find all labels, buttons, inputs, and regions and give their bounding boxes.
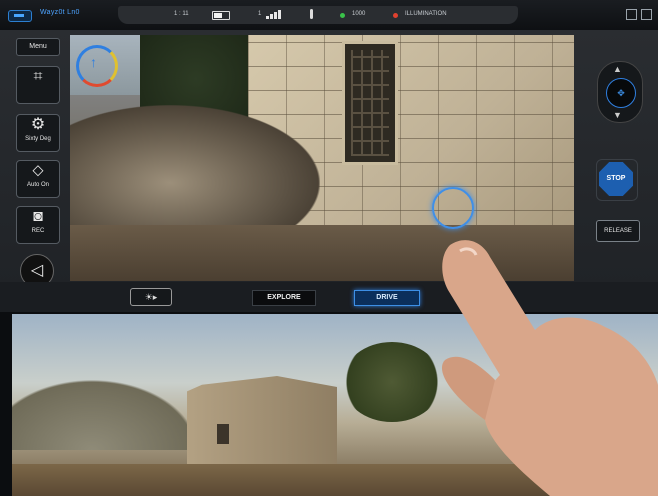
joystick-icon[interactable]: ✥ bbox=[606, 78, 636, 108]
release-button[interactable]: RELEASE bbox=[596, 220, 640, 242]
signal-label: 1 bbox=[258, 11, 262, 17]
mode-bar bbox=[0, 282, 658, 312]
status-ok-icon bbox=[340, 13, 345, 18]
drive-target-ring[interactable] bbox=[432, 187, 474, 229]
stat-1: 1000 bbox=[352, 11, 366, 17]
photo-hillside bbox=[12, 370, 212, 450]
chevron-down-icon[interactable]: ▼ bbox=[613, 110, 622, 120]
signal-strength-icon bbox=[266, 9, 288, 19]
record-label: REC bbox=[31, 228, 45, 234]
app-logo-icon bbox=[8, 10, 32, 22]
feed-rubble bbox=[70, 105, 320, 235]
window-controls bbox=[626, 9, 652, 20]
record-button[interactable]: ◙ REC bbox=[16, 206, 60, 244]
light-icon: ☀▸ bbox=[144, 292, 158, 302]
close-icon[interactable] bbox=[641, 9, 652, 20]
compass-icon[interactable] bbox=[76, 45, 118, 87]
drive-mode-button[interactable]: DRIVE bbox=[354, 290, 420, 306]
menu-button[interactable]: Menu bbox=[16, 38, 60, 56]
explore-mode-button[interactable]: EXPLORE bbox=[252, 290, 316, 306]
photo-field bbox=[12, 464, 658, 496]
auto-on-button[interactable]: ⬦ Auto On bbox=[16, 160, 60, 198]
chevron-up-icon[interactable]: ▲ bbox=[613, 64, 622, 74]
arm-icon: ⚙ bbox=[30, 116, 46, 133]
status-bar: Wayz0t Ln0 1 : 11 1 1000 ILLUMINATION bbox=[0, 0, 658, 30]
photo-tree bbox=[342, 342, 442, 422]
camera-view-button[interactable]: ⌗ bbox=[16, 66, 60, 104]
center-code: 1 : 11 bbox=[174, 11, 189, 17]
status-center: 1 : 11 1 1000 ILLUMINATION bbox=[118, 6, 518, 24]
feed-ground bbox=[70, 225, 574, 281]
joystick-control[interactable]: ▲ ✥ ▼ bbox=[597, 61, 643, 123]
battery-icon bbox=[212, 11, 230, 20]
camera-feed[interactable] bbox=[70, 35, 574, 281]
status-alert-icon bbox=[393, 13, 398, 18]
tool-toggle-button[interactable]: ☀▸ bbox=[130, 288, 172, 306]
app-title: Wayz0t Ln0 bbox=[40, 9, 80, 16]
feed-window bbox=[342, 41, 398, 165]
photo-house-window bbox=[217, 424, 229, 444]
speaker-icon: ◁ bbox=[30, 262, 44, 279]
arm-tool-button[interactable]: ⚙ Sixty Deg bbox=[16, 114, 60, 152]
robot-icon: ⌗ bbox=[33, 68, 43, 85]
eraser-icon: ⬦ bbox=[32, 162, 44, 179]
thermometer-icon bbox=[310, 9, 313, 19]
illumination-label: ILLUMINATION bbox=[405, 11, 447, 17]
camera-icon: ◙ bbox=[33, 208, 43, 225]
arm-tool-label: Sixty Deg bbox=[25, 136, 51, 142]
minimize-icon[interactable] bbox=[626, 9, 637, 20]
auto-on-label: Auto On bbox=[26, 182, 49, 188]
landscape-photo bbox=[12, 314, 658, 496]
